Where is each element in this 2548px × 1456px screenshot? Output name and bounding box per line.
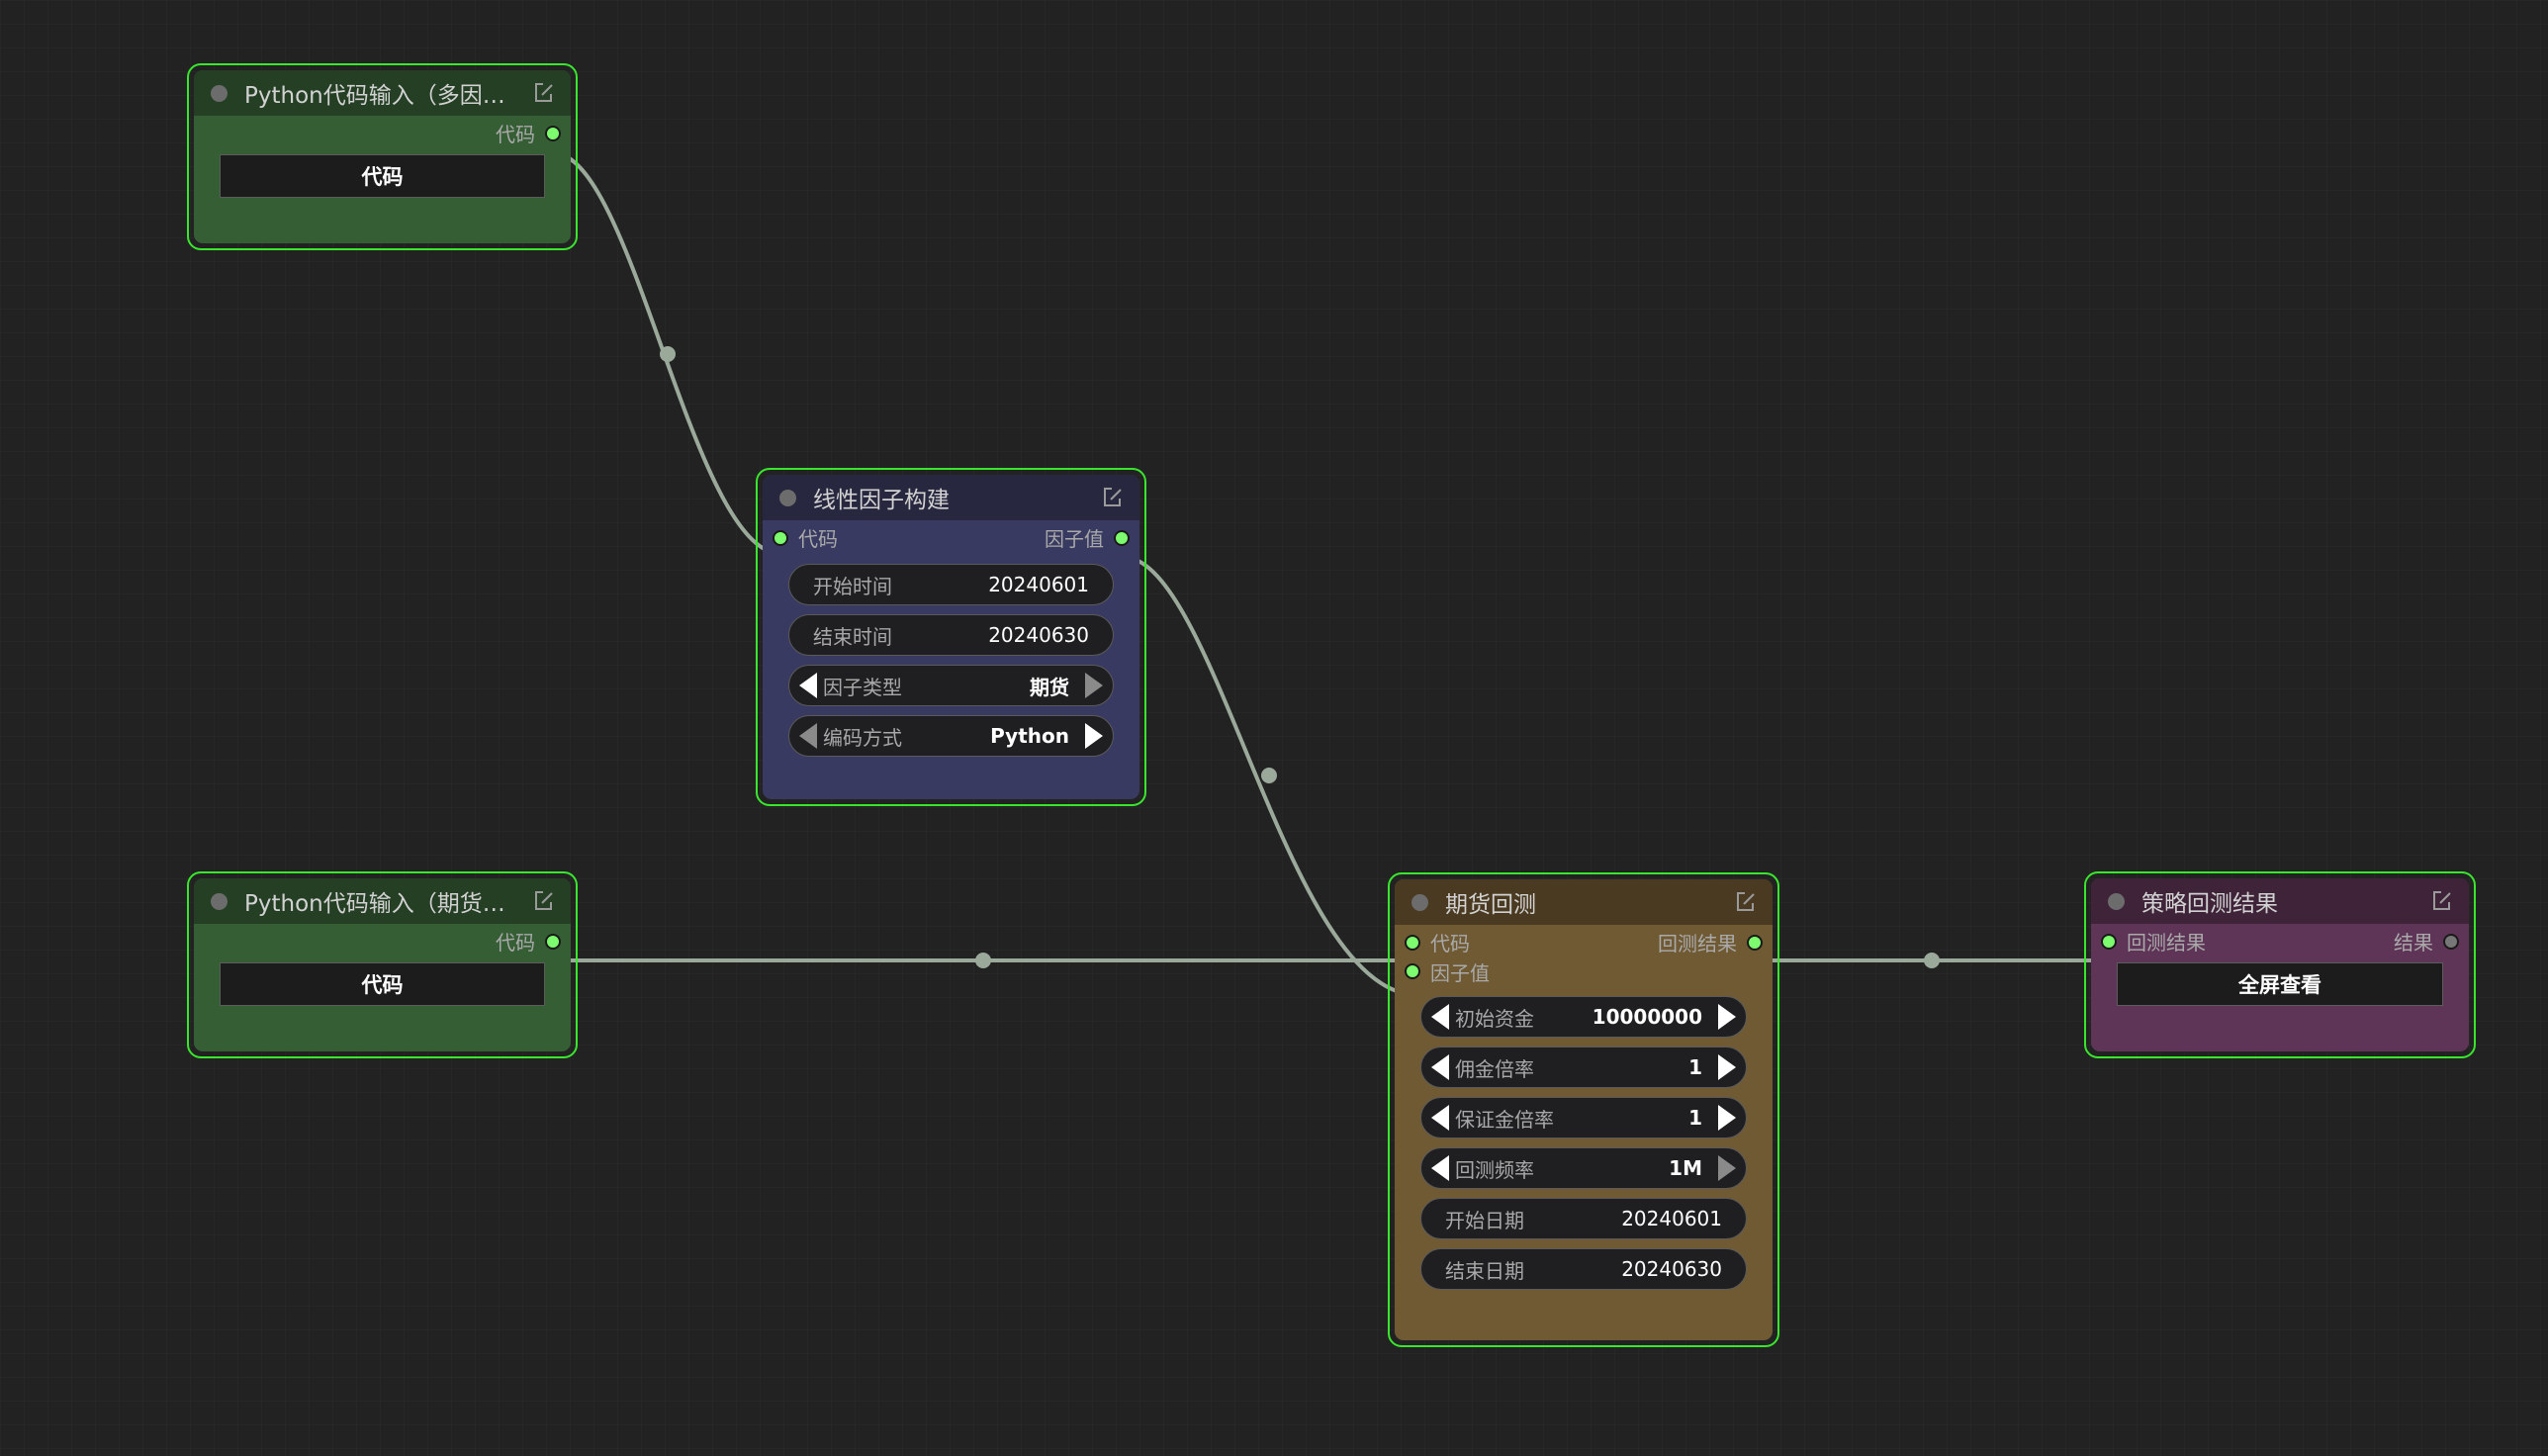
node-header[interactable]: 线性因子构建 [763,475,1139,520]
input-port-factor[interactable] [1405,963,1420,979]
field-value: 1 [1688,1055,1702,1079]
collapse-dot[interactable] [2108,892,2125,910]
end-date-field[interactable]: 结束日期 20240630 [1420,1248,1747,1290]
link-midpoint[interactable] [975,953,991,968]
increment-arrow-icon[interactable] [1718,1054,1736,1080]
collapse-dot[interactable] [1411,893,1428,911]
output-label: 结果 [2394,931,2433,955]
link-midpoint[interactable] [1261,768,1277,783]
fullscreen-view-button[interactable]: 全屏查看 [2117,962,2443,1006]
decrement-arrow-icon[interactable] [799,673,817,698]
output-label: 代码 [496,931,535,955]
output-label: 代码 [496,123,535,146]
factor-type-combo[interactable]: 因子类型 期货 [788,665,1114,706]
field-label: 佣金倍率 [1455,1056,1534,1081]
futures-backtest-node[interactable]: 期货回测 代码 回测结果 因子值 初始资金 10000000 佣金倍率 1 保证… [1388,872,1779,1347]
increment-arrow-icon[interactable] [1718,1004,1736,1030]
decrement-arrow-icon[interactable] [799,723,817,749]
input-label: 代码 [1430,932,1470,956]
frequency-combo[interactable]: 回测频率 1M [1420,1147,1747,1189]
collapse-dot[interactable] [211,892,228,910]
input-port[interactable] [2101,933,2117,950]
field-value: 20240601 [1621,1207,1722,1230]
field-label: 开始日期 [1445,1208,1524,1232]
output-port-row: 代码 [194,116,571,150]
increment-arrow-icon[interactable] [1718,1155,1736,1181]
node-header[interactable]: Python代码输入（多因子... [194,70,571,116]
node-header[interactable]: 期货回测 [1395,879,1773,925]
encoding-combo[interactable]: 编码方式 Python [788,715,1114,757]
input-label: 回测结果 [2127,931,2206,955]
code-button[interactable]: 代码 [220,962,545,1006]
node-header[interactable]: 策略回测结果 [2091,878,2469,924]
commission-rate-stepper[interactable]: 佣金倍率 1 [1420,1046,1747,1088]
output-port[interactable] [545,125,561,141]
field-value: 20240601 [988,573,1089,596]
increment-arrow-icon[interactable] [1085,673,1103,698]
output-port[interactable] [2443,933,2459,950]
node-title: 线性因子构建 [813,488,950,513]
input-port-code[interactable] [1405,934,1420,951]
node-title: Python代码输入（多因子... [244,83,523,109]
output-port-row: 代码 [194,924,571,958]
io-port-row: 代码 因子值 [763,520,1139,555]
increment-arrow-icon[interactable] [1085,723,1103,749]
output-port[interactable] [545,933,561,950]
field-value: 1M [1669,1156,1702,1180]
linear-factor-node[interactable]: 线性因子构建 代码 因子值 开始时间 20240601 结束时间 2024063… [756,468,1146,806]
increment-arrow-icon[interactable] [1718,1105,1736,1131]
node-graph-canvas[interactable]: Python代码输入（多因子... 代码 代码 线性因子构建 代码 因子值 开始… [0,0,2548,1456]
field-label: 保证金倍率 [1455,1107,1554,1132]
node-header[interactable]: Python代码输入（期货回测） [194,878,571,924]
start-date-field[interactable]: 开始日期 20240601 [1420,1198,1747,1239]
strategy-result-node[interactable]: 策略回测结果 回测结果 结果 全屏查看 [2084,871,2476,1058]
output-label: 因子值 [1045,527,1104,551]
collapse-dot[interactable] [779,489,796,506]
output-label: 回测结果 [1658,932,1737,956]
field-value: 1 [1688,1106,1702,1130]
field-label: 开始时间 [813,574,892,598]
field-label: 结束日期 [1445,1258,1524,1283]
decrement-arrow-icon[interactable] [1431,1105,1449,1131]
edit-icon[interactable] [1100,485,1126,510]
input-label: 因子值 [1430,960,1490,985]
decrement-arrow-icon[interactable] [1431,1004,1449,1030]
margin-rate-stepper[interactable]: 保证金倍率 1 [1420,1097,1747,1138]
edit-icon[interactable] [2429,888,2455,914]
node-title: Python代码输入（期货回测） [244,891,523,917]
field-value: Python [990,724,1069,748]
collapse-dot[interactable] [211,84,228,102]
input-port[interactable] [773,529,788,546]
field-label: 结束时间 [813,624,892,649]
field-value: 10000000 [1592,1005,1702,1029]
node-title: 策略回测结果 [2141,891,2278,917]
decrement-arrow-icon[interactable] [1431,1155,1449,1181]
input-port-row: 因子值 [1395,956,1773,987]
node-title: 期货回测 [1445,892,1536,918]
end-time-field[interactable]: 结束时间 20240630 [788,614,1114,656]
initial-capital-stepper[interactable]: 初始资金 10000000 [1420,996,1747,1038]
field-value: 期货 [1030,675,1069,699]
code-button[interactable]: 代码 [220,154,545,198]
field-label: 因子类型 [823,675,902,699]
field-label: 初始资金 [1455,1006,1534,1031]
python-code-input-node-1[interactable]: Python代码输入（多因子... 代码 代码 [187,63,578,250]
field-value: 20240630 [988,623,1089,647]
decrement-arrow-icon[interactable] [1431,1054,1449,1080]
output-port[interactable] [1747,934,1763,951]
field-label: 回测频率 [1455,1157,1534,1182]
field-label: 编码方式 [823,725,902,750]
output-port[interactable] [1114,529,1130,546]
io-port-row: 回测结果 结果 [2091,924,2469,958]
input-label: 代码 [798,527,838,551]
edit-icon[interactable] [1733,889,1759,915]
field-value: 20240630 [1621,1257,1722,1281]
link-midpoint[interactable] [660,346,676,362]
link-midpoint[interactable] [1924,953,1940,968]
edit-icon[interactable] [531,888,557,914]
python-code-input-node-2[interactable]: Python代码输入（期货回测） 代码 代码 [187,871,578,1058]
io-port-row: 代码 回测结果 [1395,925,1773,959]
edit-icon[interactable] [531,80,557,106]
start-time-field[interactable]: 开始时间 20240601 [788,564,1114,605]
